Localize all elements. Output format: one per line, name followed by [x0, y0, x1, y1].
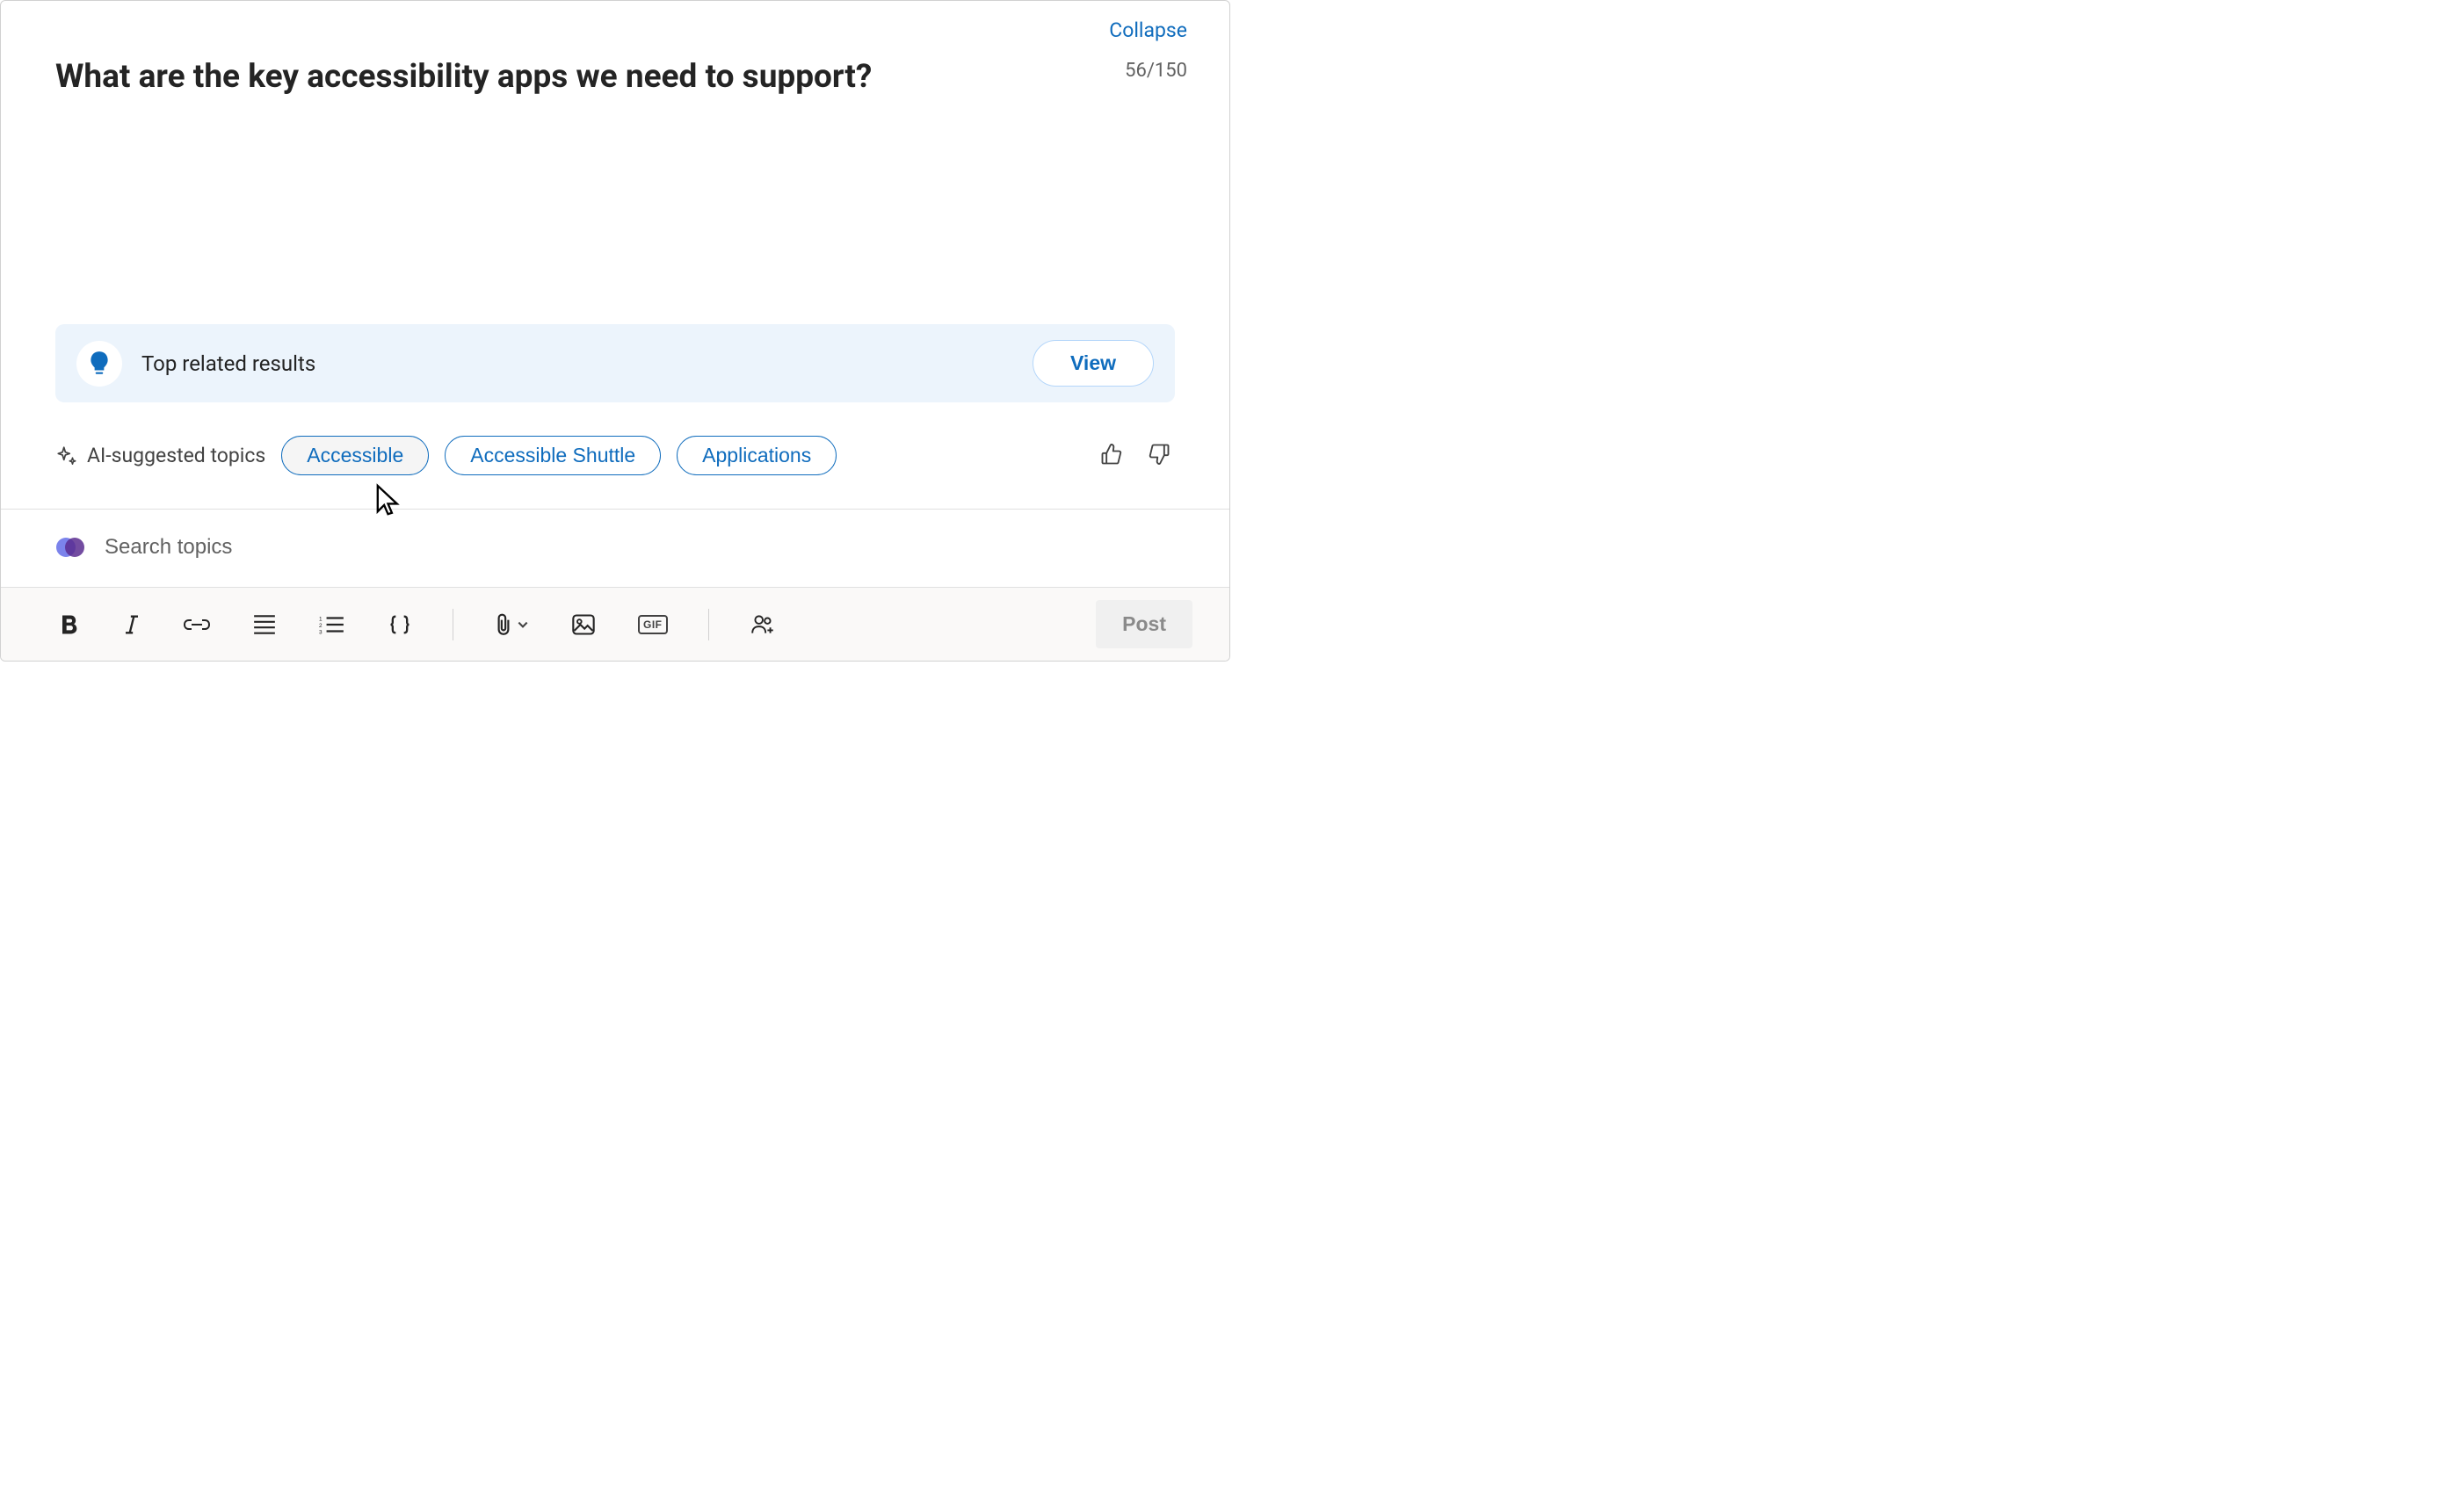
ai-suggested-label: AI-suggested topics [55, 444, 265, 467]
people-add-icon [750, 612, 776, 637]
bold-icon [57, 612, 80, 637]
thumbs-down-button[interactable] [1143, 438, 1175, 473]
top-row: Collapse [1, 1, 1229, 42]
attach-button[interactable] [489, 607, 534, 642]
search-topics-row [1, 510, 1229, 587]
view-button[interactable]: View [1033, 340, 1154, 387]
thumbs-up-button[interactable] [1096, 438, 1127, 473]
toolbar-separator-2 [708, 609, 709, 640]
ai-topics-row: AI-suggested topics Accessible Accessibl… [1, 402, 1229, 484]
topic-chip-applications[interactable]: Applications [677, 436, 837, 475]
gif-button[interactable]: GIF [633, 610, 673, 640]
compose-card: Collapse What are the key accessibility … [0, 0, 1230, 662]
image-icon [571, 613, 596, 636]
thumbs-up-icon [1099, 442, 1124, 466]
related-results-label: Top related results [141, 351, 1013, 376]
topic-chip-accessible[interactable]: Accessible [281, 436, 429, 475]
numbered-list-button[interactable]: 1 2 3 [314, 609, 351, 640]
image-button[interactable] [566, 608, 601, 641]
link-icon [184, 614, 210, 635]
viva-topics-icon [55, 532, 85, 562]
search-topics-input[interactable] [103, 534, 1175, 560]
sparkle-icon [55, 445, 78, 467]
question-title[interactable]: What are the key accessibility apps we n… [55, 58, 1125, 96]
italic-button[interactable] [117, 607, 147, 642]
svg-text:1: 1 [319, 616, 322, 622]
add-people-button[interactable] [744, 607, 781, 642]
code-button[interactable] [382, 607, 417, 642]
header-row: What are the key accessibility apps we n… [1, 42, 1229, 96]
format-toolbar: 1 2 3 GIF Post [1, 587, 1229, 661]
thumbs-down-icon [1147, 442, 1171, 466]
numbered-list-icon: 1 2 3 [319, 614, 345, 635]
char-counter: 56/150 [1125, 58, 1187, 82]
bold-button[interactable] [52, 607, 85, 642]
link-button[interactable] [178, 609, 215, 640]
topic-chip-accessible-shuttle[interactable]: Accessible Shuttle [445, 436, 661, 475]
svg-text:2: 2 [319, 623, 322, 629]
bullet-list-icon [252, 614, 277, 635]
post-button[interactable]: Post [1096, 600, 1192, 648]
gif-icon: GIF [638, 615, 668, 634]
ai-suggested-text: AI-suggested topics [87, 444, 265, 467]
paperclip-icon [494, 612, 513, 637]
collapse-link[interactable]: Collapse [1109, 18, 1187, 42]
related-results-box: Top related results View [55, 324, 1175, 402]
bullet-list-button[interactable] [247, 609, 282, 640]
italic-icon [122, 612, 141, 637]
lightbulb-icon [76, 341, 122, 387]
editor-body-area[interactable] [1, 96, 1229, 324]
code-braces-icon [388, 612, 412, 637]
svg-text:3: 3 [319, 629, 322, 634]
chevron-down-icon [517, 620, 529, 629]
